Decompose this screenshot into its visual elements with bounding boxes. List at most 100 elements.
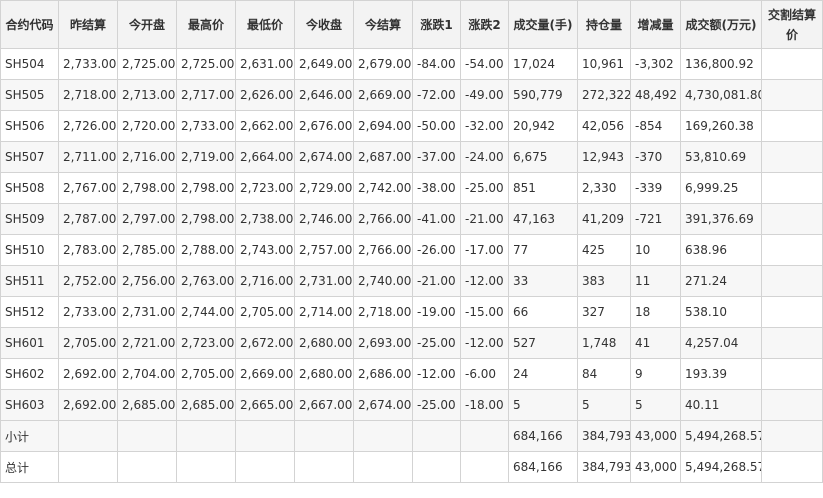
- table-cell: 851: [508, 172, 578, 204]
- table-cell: [761, 327, 823, 359]
- table-cell: SH505: [0, 79, 59, 111]
- table-cell: 2,733.00: [58, 48, 118, 80]
- column-header: 今结算: [353, 0, 413, 49]
- table-cell: 20,942: [508, 110, 578, 142]
- table-row: SH506 2,726.00 2,720.00 2,733.00 2,662.00 2,6…: [0, 110, 823, 142]
- table-cell: 2,705.00: [58, 327, 118, 359]
- table-cell: -24.00: [460, 141, 509, 173]
- table-cell: 2,714.00: [294, 296, 354, 328]
- table-cell: 84: [577, 358, 631, 390]
- table-cell: 2,740.00: [353, 265, 413, 297]
- table-body: SH504 2,733.00 2,725.00 2,725.00 2,631.00 2,6…: [0, 48, 823, 421]
- table-cell: 24: [508, 358, 578, 390]
- table-cell: 9: [630, 358, 681, 390]
- table-cell: [761, 358, 823, 390]
- table-cell: -25.00: [412, 389, 461, 421]
- table-cell: 2,626.00: [235, 79, 295, 111]
- table-cell: SH508: [0, 172, 59, 204]
- table-cell: 17,024: [508, 48, 578, 80]
- table-cell: [761, 451, 823, 483]
- table-cell: 2,692.00: [58, 358, 118, 390]
- header-row: 合约代码 昨结算 今开盘 最高价 最低价 今收盘 今结算 涨跌1 涨跌2 成交量(手) 持仓量 增减量…: [0, 0, 823, 49]
- table-row: SH510 2,783.00 2,785.00 2,788.00 2,743.00 2,7…: [0, 234, 823, 266]
- table-cell: 684,166: [508, 451, 578, 483]
- table-cell: 2,725.00: [117, 48, 177, 80]
- table-cell: 2,693.00: [353, 327, 413, 359]
- table-cell: 2,711.00: [58, 141, 118, 173]
- column-header: 增减量: [630, 0, 681, 49]
- table-cell: 384,793: [577, 420, 631, 452]
- table-cell: 4,257.04: [680, 327, 762, 359]
- table-cell: 10: [630, 234, 681, 266]
- table-cell: 2,705.00: [235, 296, 295, 328]
- table-cell: 2,766.00: [353, 203, 413, 235]
- table-cell: -19.00: [412, 296, 461, 328]
- table-cell: 1,748: [577, 327, 631, 359]
- table-cell: 2,785.00: [117, 234, 177, 266]
- table-cell: 2,787.00: [58, 203, 118, 235]
- table-cell: -18.00: [460, 389, 509, 421]
- table-cell: SH506: [0, 110, 59, 142]
- table-cell: [117, 420, 177, 452]
- table-cell: [294, 451, 354, 483]
- table-cell: -38.00: [412, 172, 461, 204]
- table-cell: [353, 451, 413, 483]
- table-cell: 2,704.00: [117, 358, 177, 390]
- table-cell: 391,376.69: [680, 203, 762, 235]
- table-cell: [761, 420, 823, 452]
- table-cell: [761, 110, 823, 142]
- table-cell: 2,733.00: [176, 110, 236, 142]
- table-cell: 271.24: [680, 265, 762, 297]
- table-cell: 2,694.00: [353, 110, 413, 142]
- table-cell: 169,260.38: [680, 110, 762, 142]
- table-cell: -854: [630, 110, 681, 142]
- table-cell: [294, 420, 354, 452]
- table-cell: 5,494,268.57: [680, 420, 762, 452]
- table-cell: 2,685.00: [117, 389, 177, 421]
- table-cell: 384,793: [577, 451, 631, 483]
- table-row: SH508 2,767.00 2,798.00 2,798.00 2,723.00 2,7…: [0, 172, 823, 204]
- table-cell: -15.00: [460, 296, 509, 328]
- table-cell: 33: [508, 265, 578, 297]
- table-row: SH511 2,752.00 2,756.00 2,763.00 2,716.00 2,7…: [0, 265, 823, 297]
- table-cell: [761, 141, 823, 173]
- table-cell: 2,723.00: [235, 172, 295, 204]
- table-cell: 18: [630, 296, 681, 328]
- table-cell: 2,646.00: [294, 79, 354, 111]
- table-cell: 4,730,081.80: [680, 79, 762, 111]
- table-row: SH504 2,733.00 2,725.00 2,725.00 2,631.00 2,6…: [0, 48, 823, 80]
- table-cell: 5: [577, 389, 631, 421]
- table-cell: 66: [508, 296, 578, 328]
- table-cell: -32.00: [460, 110, 509, 142]
- total-row: 总计 684,166 384,793 43,000 5,494,268.57: [0, 451, 823, 483]
- table-cell: [761, 296, 823, 328]
- table-cell: 2,680.00: [294, 327, 354, 359]
- table-cell: -25.00: [412, 327, 461, 359]
- table-cell: 2,716.00: [117, 141, 177, 173]
- table-cell: 590,779: [508, 79, 578, 111]
- table-cell: [460, 451, 509, 483]
- table-cell: 5: [508, 389, 578, 421]
- table-cell: -721: [630, 203, 681, 235]
- table-cell: 2,757.00: [294, 234, 354, 266]
- table-cell: 2,672.00: [235, 327, 295, 359]
- table-cell: [761, 265, 823, 297]
- table-cell: -12.00: [412, 358, 461, 390]
- table-cell: 2,725.00: [176, 48, 236, 80]
- table-row: SH602 2,692.00 2,704.00 2,705.00 2,669.00 2,6…: [0, 358, 823, 390]
- table-cell: SH510: [0, 234, 59, 266]
- table-cell: [761, 234, 823, 266]
- column-header: 持仓量: [577, 0, 631, 49]
- table-cell: 2,744.00: [176, 296, 236, 328]
- table-cell: 2,680.00: [294, 358, 354, 390]
- total-row: 小计 684,166 384,793 43,000 5,494,268.57: [0, 420, 823, 452]
- table-cell: 2,743.00: [235, 234, 295, 266]
- table-cell: 2,752.00: [58, 265, 118, 297]
- table-cell: -21.00: [412, 265, 461, 297]
- table-cell: 2,798.00: [176, 203, 236, 235]
- table-cell: 2,692.00: [58, 389, 118, 421]
- table-cell: -49.00: [460, 79, 509, 111]
- column-header: 成交额(万元): [680, 0, 762, 49]
- table-cell: 2,674.00: [353, 389, 413, 421]
- table-cell: 小计: [0, 420, 59, 452]
